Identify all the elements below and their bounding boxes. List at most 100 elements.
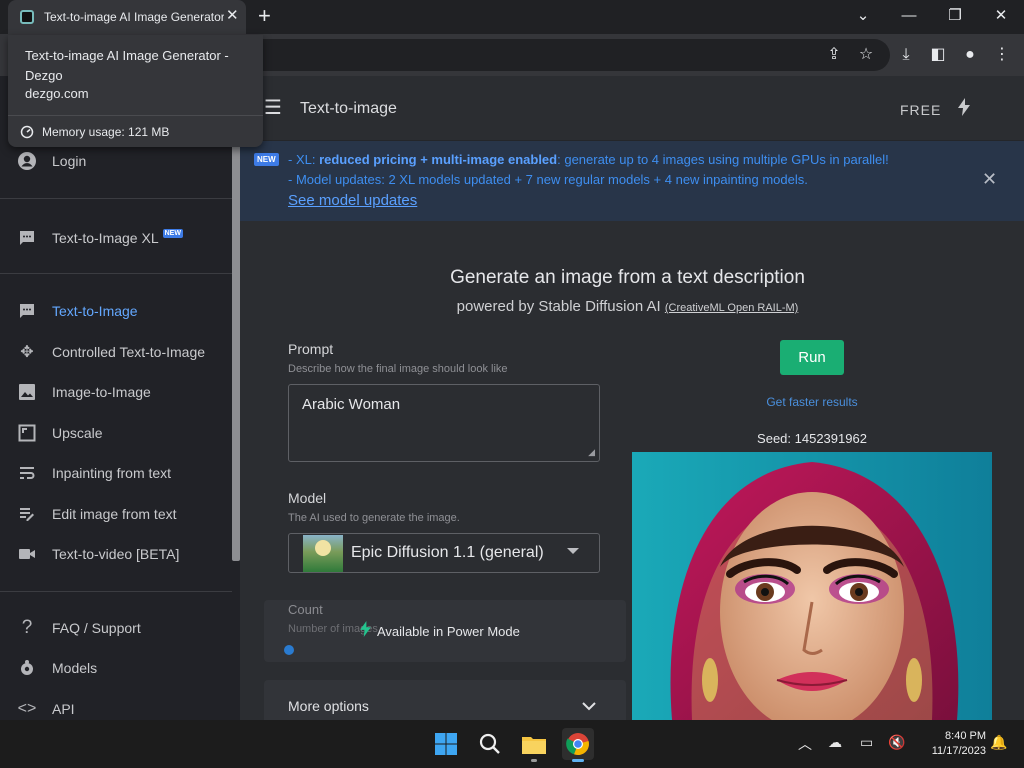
sidebar-item-label: Image-to-Image (52, 384, 151, 400)
sidebar-divider (0, 273, 232, 274)
banner-line-xl: - XL: reduced pricing + multi-image enab… (288, 152, 889, 167)
count-label: Count (288, 602, 323, 617)
profile-icon[interactable]: ● (959, 44, 981, 66)
sidebar-item-inpainting[interactable]: Inpainting from text (16, 459, 232, 487)
volume-muted-icon[interactable]: 🔇 (888, 734, 905, 751)
model-label: Model (288, 490, 327, 506)
sidebar: Login Text-to-Image XL NEW Text-to-Image… (0, 76, 240, 720)
side-panel-icon[interactable]: ◧ (927, 44, 949, 66)
prompt-textarea[interactable]: Arabic Woman ◢ (288, 384, 600, 462)
search-icon[interactable] (474, 728, 506, 760)
more-options-expander[interactable]: More options (264, 680, 626, 720)
see-model-updates-link[interactable]: See model updates (288, 192, 417, 209)
site-favicon-icon (20, 10, 34, 24)
move-icon: ✥ (20, 344, 34, 361)
generated-image[interactable] (632, 452, 992, 720)
main-heading: Generate an image from a text descriptio… (450, 267, 805, 288)
sidebar-item-label: Models (52, 660, 98, 676)
chrome-icon[interactable] (562, 728, 594, 762)
network-icon[interactable]: ▭ (860, 734, 873, 751)
sidebar-divider (0, 591, 232, 592)
download-icon[interactable]: ⤓ (895, 44, 917, 66)
sidebar-item-edit-image[interactable]: Edit image from text (16, 500, 232, 528)
file-explorer-icon[interactable] (518, 728, 550, 762)
tab-hover-card: Text-to-image AI Image Generator - Dezgo… (8, 35, 263, 147)
prompt-label: Prompt (288, 341, 334, 357)
seed-value: Seed: 1452391962 (757, 431, 867, 446)
sidebar-item-label: Text-to-video [BETA] (52, 546, 180, 562)
account-icon (16, 150, 38, 172)
page: Login Text-to-Image XL NEW Text-to-Image… (0, 76, 1024, 720)
code-icon: <> (17, 700, 37, 717)
taskbar-clock[interactable]: 8:40 PM 11/17/2023 (914, 729, 986, 759)
app-running-indicator (572, 759, 584, 762)
new-tab-button[interactable]: + (258, 5, 271, 27)
model-thumbnail (303, 535, 343, 572)
new-badge: NEW (254, 153, 279, 166)
window-controls: ⌄ — ❐ ✕ (840, 0, 1024, 30)
browser-menu-icon[interactable]: ⋮ (991, 44, 1013, 66)
lightning-icon[interactable] (958, 98, 970, 121)
app-running-indicator (531, 759, 537, 762)
sidebar-item-label: FAQ / Support (52, 620, 141, 636)
tab-title: Text-to-image AI Image Generator - Dezgo (44, 10, 224, 24)
announcement-banner: NEW - XL: reduced pricing + multi-image … (240, 141, 1024, 221)
power-mode-overlay[interactable]: Available in Power Mode (360, 621, 520, 642)
bookmark-star-icon[interactable]: ☆ (855, 44, 877, 66)
close-window-button[interactable]: ✕ (978, 0, 1024, 30)
sidebar-item-text-to-image-xl[interactable]: Text-to-Image XL NEW (16, 224, 232, 252)
windows-taskbar: ︿ ☁ ▭ 🔇 8:40 PM 11/17/2023 🔔 (0, 720, 1024, 768)
prompt-hint: Describe how the final image should look… (288, 363, 508, 375)
faster-results-link[interactable]: Get faster results (632, 395, 992, 409)
sidebar-item-label: Controlled Text-to-Image (52, 344, 206, 360)
tray-chevron-icon[interactable]: ︿ (798, 734, 812, 754)
sidebar-item-label: Text-to-Image (52, 303, 138, 319)
hamburger-menu-icon[interactable]: ☰ (264, 98, 282, 118)
sidebar-item-controlled-text-to-image[interactable]: ✥ Controlled Text-to-Image (16, 338, 232, 366)
model-hint: The AI used to generate the image. (288, 512, 460, 524)
sidebar-item-faq[interactable]: ? FAQ / Support (16, 614, 232, 642)
sidebar-item-text-to-video[interactable]: Text-to-video [BETA] (16, 540, 232, 568)
sidebar-item-text-to-image[interactable]: Text-to-Image (16, 297, 232, 325)
memory-gauge-icon (20, 125, 34, 139)
hover-card-domain: dezgo.com (25, 86, 89, 101)
license-link[interactable]: (CreativeML Open RAIL-M) (665, 302, 798, 314)
resize-handle-icon[interactable]: ◢ (588, 447, 595, 458)
share-icon[interactable]: ⇪ (823, 44, 845, 66)
onedrive-icon[interactable]: ☁ (828, 734, 842, 751)
prompt-value: Arabic Woman (302, 396, 401, 413)
expand-icon (16, 422, 38, 444)
power-mode-text: Available in Power Mode (377, 624, 520, 639)
lightning-icon (360, 621, 371, 642)
sidebar-scrollbar[interactable] (232, 76, 240, 561)
count-slider-handle (284, 645, 294, 655)
tab-search-icon[interactable]: ⌄ (840, 0, 886, 30)
close-banner-icon[interactable]: ✕ (982, 169, 997, 190)
notification-bell-icon[interactable]: 🔔 (990, 734, 1007, 751)
minimize-button[interactable]: — (886, 0, 932, 30)
sidebar-item-upscale[interactable]: Upscale (16, 419, 232, 447)
clock-date: 11/17/2023 (931, 745, 986, 757)
browser-tab[interactable]: Text-to-image AI Image Generator - Dezgo… (8, 0, 246, 34)
memory-usage-text: Memory usage: 121 MB (42, 125, 170, 139)
sidebar-item-models[interactable]: Models (16, 654, 232, 682)
hover-card-title: Text-to-image AI Image Generator - Dezgo (25, 48, 229, 83)
sidebar-item-label: API (52, 701, 75, 717)
banner-line-models: - Model updates: 2 XL models updated + 7… (288, 172, 808, 187)
sidebar-item-image-to-image[interactable]: Image-to-Image (16, 378, 232, 406)
sidebar-item-label: Inpainting from text (52, 465, 172, 481)
plan-label[interactable]: FREE (900, 102, 941, 118)
restore-button[interactable]: ❐ (932, 0, 978, 30)
edit-text-icon (16, 503, 38, 525)
sidebar-item-label: Text-to-Image XL (52, 230, 159, 246)
memory-usage: Memory usage: 121 MB (20, 125, 169, 139)
sidebar-item-api[interactable]: <> API (16, 695, 232, 723)
sidebar-item-label: Login (52, 153, 87, 169)
run-button[interactable]: Run (780, 340, 844, 375)
sidebar-item-label: Edit image from text (52, 506, 177, 522)
sidebar-item-login[interactable]: Login (16, 147, 232, 175)
close-tab-icon[interactable]: ✕ (226, 8, 239, 24)
count-card: Count Number of images Available in Powe… (264, 600, 626, 662)
model-select[interactable]: Epic Diffusion 1.1 (general) (288, 533, 600, 573)
windows-start-icon[interactable] (430, 728, 462, 760)
